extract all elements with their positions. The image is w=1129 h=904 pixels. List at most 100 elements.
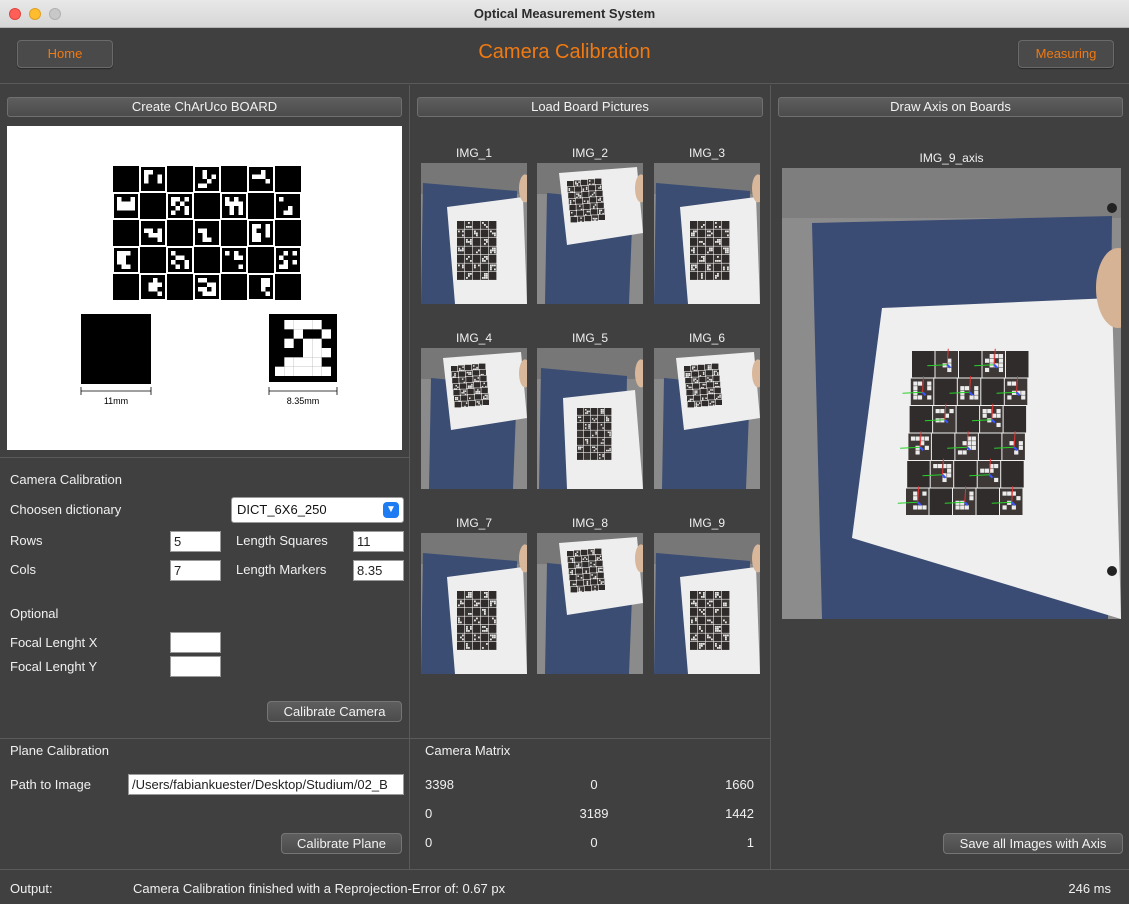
charuco-board-preview: 11mm 8.35mm: [7, 126, 402, 450]
square-dimension-label: 11mm: [103, 396, 129, 406]
image-label: IMG_3: [688, 146, 725, 160]
board-square: [113, 166, 139, 192]
matrix-cell: 1: [746, 835, 754, 850]
draw-axis-button[interactable]: Draw Axis on Boards: [778, 97, 1123, 117]
page-header: Home Camera Calibration Measuring: [0, 28, 1129, 84]
board-square: [167, 166, 193, 192]
board-picture-thumbnail[interactable]: [537, 348, 643, 489]
board-square: [221, 274, 247, 300]
board-square: [167, 220, 193, 246]
rows-label: Rows: [10, 533, 43, 548]
home-button[interactable]: Home: [17, 40, 113, 68]
length-markers-input[interactable]: 8.35: [353, 560, 404, 581]
output-label: Output:: [10, 881, 53, 896]
camera-calibration-heading: Camera Calibration: [10, 472, 122, 487]
dictionary-label: Choosen dictionary: [10, 502, 122, 517]
board-picture-thumbnail[interactable]: [421, 348, 527, 489]
length-squares-label: Length Squares: [236, 533, 328, 548]
board-picture-thumbnail[interactable]: [654, 348, 760, 489]
matrix-cell: 1660: [725, 777, 754, 792]
marker-dimension-label: 8.35mm: [286, 396, 320, 406]
calibrate-plane-button[interactable]: Calibrate Plane: [281, 833, 402, 854]
matrix-cell: 3398: [425, 777, 454, 792]
status-time: 246 ms: [1068, 881, 1111, 896]
thumbnail-drawing: [654, 533, 760, 674]
title-bar: Optical Measurement System: [0, 0, 1129, 28]
thumbnail-drawing: [537, 348, 643, 489]
status-message: Camera Calibration finished with a Repro…: [133, 881, 506, 896]
image-label: IMG_8: [571, 516, 608, 530]
focal-y-input[interactable]: [170, 656, 221, 677]
board-square: [248, 247, 274, 273]
page-title: Camera Calibration: [478, 41, 651, 63]
thumbnail-drawing: [537, 163, 643, 304]
image-label: IMG_9: [688, 516, 725, 530]
dictionary-value: DICT_6X6_250: [237, 502, 327, 517]
board-square: [140, 193, 166, 219]
divider: [0, 738, 770, 739]
axis-image: [782, 168, 1121, 619]
board-square: [275, 274, 301, 300]
board-square: [221, 166, 247, 192]
board-square: [275, 220, 301, 246]
divider: [0, 457, 409, 458]
path-to-image-input[interactable]: /Users/fabiankuester/Desktop/Studium/02_…: [128, 774, 404, 795]
plane-calibration-heading: Plane Calibration: [10, 743, 110, 758]
divider: [409, 85, 410, 869]
thumbnail-drawing: [421, 533, 527, 674]
board-square: [194, 247, 220, 273]
board-picture-thumbnail[interactable]: [537, 533, 643, 674]
calibrate-camera-button[interactable]: Calibrate Camera: [267, 701, 402, 722]
board-picture-thumbnail[interactable]: [421, 163, 527, 304]
thumbnail-drawing: [421, 348, 527, 489]
image-label: IMG_6: [688, 331, 725, 345]
matrix-cell: 1442: [725, 806, 754, 821]
divider: [770, 85, 771, 869]
board-picture-thumbnail[interactable]: [654, 163, 760, 304]
measuring-button[interactable]: Measuring: [1018, 40, 1114, 68]
board-square: [221, 220, 247, 246]
board-square: [275, 166, 301, 192]
rows-input[interactable]: 5: [170, 531, 221, 552]
matrix-cell: 0: [590, 777, 598, 792]
thumbnail-drawing: [654, 348, 760, 489]
matrix-cell: 0: [425, 806, 433, 821]
dictionary-select[interactable]: DICT_6X6_250 ▼: [231, 497, 404, 523]
image-label: IMG_5: [571, 331, 608, 345]
status-bar: Output: Camera Calibration finished with…: [0, 869, 1129, 904]
length-markers-label: Length Markers: [236, 562, 327, 577]
path-to-image-label: Path to Image: [10, 777, 91, 792]
board-picture-thumbnail[interactable]: [421, 533, 527, 674]
matrix-cell: 0: [590, 835, 598, 850]
board-square: [194, 193, 220, 219]
board-square: [248, 193, 274, 219]
focal-y-label: Focal Lenght Y: [10, 659, 98, 674]
create-board-button[interactable]: Create ChArUco BOARD: [7, 97, 402, 117]
load-pictures-button[interactable]: Load Board Pictures: [417, 97, 763, 117]
app-window: Optical Measurement System Home Camera C…: [0, 0, 1129, 904]
matrix-cell: 3189: [579, 806, 609, 821]
camera-matrix-heading: Camera Matrix: [425, 743, 511, 758]
charuco-board-image: [80, 166, 338, 395]
thumbnail-drawing: [537, 533, 643, 674]
save-axis-images-button[interactable]: Save all Images with Axis: [943, 833, 1123, 854]
optional-heading: Optional: [10, 606, 59, 621]
thumbnail-drawing: [654, 163, 760, 304]
board-picture-thumbnail[interactable]: [537, 163, 643, 304]
cols-label: Cols: [10, 562, 37, 577]
axis-image-drawing: [782, 168, 1121, 619]
focal-x-label: Focal Lenght X: [10, 635, 98, 650]
board-square: [167, 274, 193, 300]
length-squares-input[interactable]: 11: [353, 531, 404, 552]
board-square: [113, 220, 139, 246]
focal-x-input[interactable]: [170, 632, 221, 653]
cols-input[interactable]: 7: [170, 560, 221, 581]
board-picture-thumbnail[interactable]: [654, 533, 760, 674]
image-label: IMG_1: [455, 146, 492, 160]
image-label: IMG_4: [455, 331, 492, 345]
square-sample: [81, 314, 151, 384]
image-label: IMG_2: [571, 146, 608, 160]
image-label: IMG_7: [455, 516, 492, 530]
matrix-cell: 0: [425, 835, 433, 850]
window-title: Optical Measurement System: [473, 6, 656, 21]
